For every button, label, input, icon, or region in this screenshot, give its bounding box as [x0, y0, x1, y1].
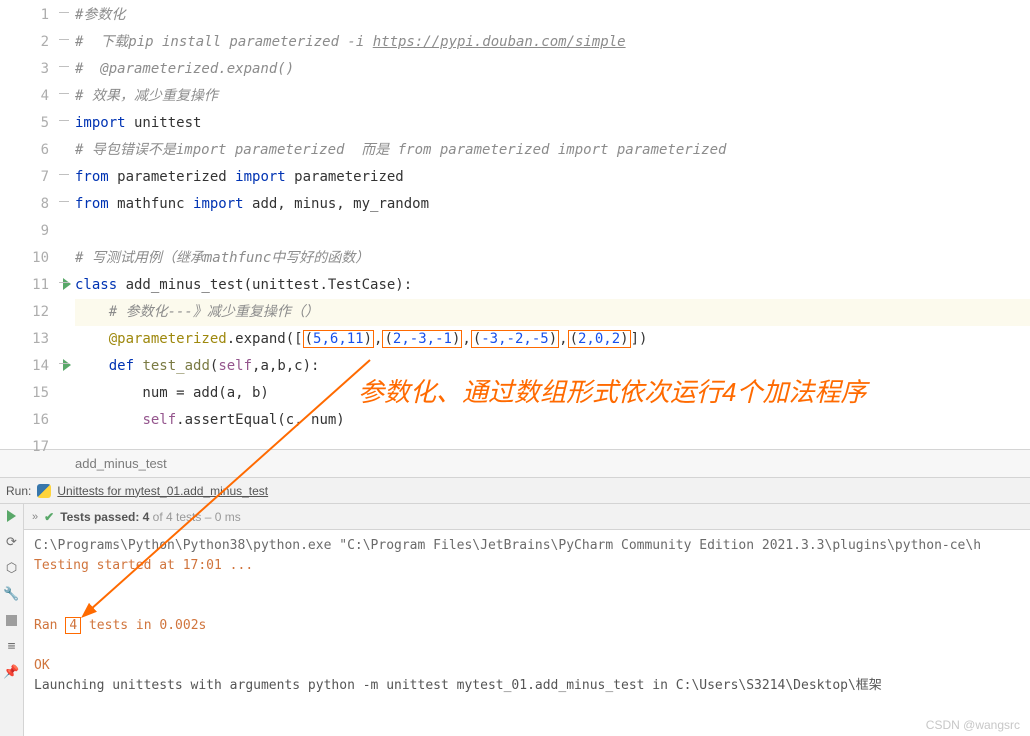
breadcrumb[interactable]: add_minus_test	[0, 450, 1030, 478]
code-text: @parameterized	[109, 331, 227, 347]
code-text: parameterized	[109, 169, 235, 185]
code-text: )	[452, 331, 460, 347]
code-text: #参数化	[75, 7, 125, 23]
fold-column	[55, 0, 75, 449]
line-number: 16	[32, 412, 49, 428]
console-line: Ran	[34, 618, 65, 633]
line-number: 14	[32, 358, 49, 374]
line-number: 2	[41, 34, 49, 50]
python-icon	[37, 484, 51, 498]
console-line: tests in 0.002s	[81, 618, 206, 633]
console-line: C:\Programs\Python\Python38\python.exe "…	[34, 536, 1020, 556]
code-text: .expand([	[227, 331, 303, 347]
code-text: add_minus_test	[126, 277, 244, 293]
check-icon: ✔	[44, 510, 54, 524]
line-number: 8	[41, 196, 49, 212]
line-number: 6	[41, 142, 49, 158]
code-text: (	[570, 331, 578, 347]
code-text: # 效果，减少重复操作	[75, 88, 218, 104]
code-text: (	[473, 331, 481, 347]
run-label: Run:	[6, 478, 31, 504]
code-text: import	[75, 115, 126, 131]
code-text: parameterized	[286, 169, 404, 185]
code-text: ])	[631, 331, 648, 347]
stop-icon[interactable]	[4, 612, 20, 628]
code-text: # 导包错误不是import parameterized 而是 from par…	[75, 142, 726, 158]
console-line: Testing started at 17:01 ...	[34, 556, 1020, 576]
annotation-text: 参数化、通过数组形式依次运行4个加法程序	[358, 372, 866, 409]
code-text: self	[218, 358, 252, 374]
line-number: 9	[41, 223, 49, 239]
line-number: 4	[41, 88, 49, 104]
line-number: 15	[32, 385, 49, 401]
chevron-icon[interactable]: »	[32, 511, 38, 523]
tests-passed-count: Tests passed: 4	[60, 510, 149, 524]
line-number: 12	[32, 304, 49, 320]
run-panel: ⟳ ⬡ 🔧 ≡ 📌 » ✔ Tests passed: 4 of 4 tests…	[0, 504, 1030, 736]
line-number: 1	[41, 7, 49, 23]
code-text: import	[193, 196, 244, 212]
code-text: self	[142, 412, 176, 428]
code-text: # 写测试用例（继承mathfunc中写好的函数）	[75, 250, 369, 266]
code-text: unittest	[126, 115, 202, 131]
toolwindow-sidebar: ⟳ ⬡ 🔧 ≡ 📌	[0, 504, 24, 736]
code-text: # 下载pip install parameterized -i	[75, 34, 373, 50]
line-number: 13	[32, 331, 49, 347]
code-text: )	[620, 331, 628, 347]
line-number: 17	[32, 439, 49, 455]
rerun-icon[interactable]	[4, 508, 20, 524]
code-text: num = add(a, b)	[75, 385, 269, 401]
code-text: test_add	[142, 358, 209, 374]
code-text: from	[75, 196, 109, 212]
run-config-name[interactable]: Unittests for mytest_01.add_minus_test	[57, 478, 268, 504]
code-text: (unittest.TestCase):	[244, 277, 413, 293]
console-line: OK	[34, 656, 1020, 676]
breadcrumb-item[interactable]: add_minus_test	[75, 456, 167, 471]
code-text: # 参数化---》减少重复操作（）	[109, 304, 319, 320]
code-text: mathfunc	[109, 196, 193, 212]
code-text: )	[364, 331, 372, 347]
layout-icon[interactable]: ≡	[4, 638, 20, 654]
code-text: .assertEqual(c, num)	[176, 412, 345, 428]
code-text: ,	[462, 331, 470, 347]
console-line: Launching unittests with arguments pytho…	[34, 676, 1020, 696]
run-header: Run: Unittests for mytest_01.add_minus_t…	[0, 478, 1030, 504]
code-text: # @parameterized.expand()	[75, 61, 294, 77]
code-text: ,a,b,c):	[252, 358, 319, 374]
watermark: CSDN @wangsrc	[926, 718, 1020, 732]
code-text: def	[109, 358, 143, 374]
code-text: -3,-2,-5	[481, 331, 548, 347]
code-text: 2,0,2	[578, 331, 620, 347]
code-text: ,	[559, 331, 567, 347]
test-status-bar: » ✔ Tests passed: 4 of 4 tests – 0 ms	[24, 504, 1030, 530]
code-text: 2,-3,-1	[393, 331, 452, 347]
code-text: (	[384, 331, 392, 347]
line-number: 7	[41, 169, 49, 185]
toggle-icon[interactable]: ⟳	[4, 534, 20, 550]
code-text: https://pypi.douban.com/simple	[373, 34, 626, 50]
line-number: 5	[41, 115, 49, 131]
code-text: 5,6,11	[313, 331, 364, 347]
test-count-highlight: 4	[65, 617, 81, 634]
code-text: add, minus, my_random	[244, 196, 429, 212]
console: » ✔ Tests passed: 4 of 4 tests – 0 ms C:…	[24, 504, 1030, 736]
line-number: 10	[32, 250, 49, 266]
settings-icon[interactable]: 🔧	[4, 586, 20, 602]
code-text: )	[549, 331, 557, 347]
code-text: class	[75, 277, 126, 293]
line-number: 3	[41, 61, 49, 77]
code-text: from	[75, 169, 109, 185]
line-gutter: 1 2 3 4 5 6 7 8 9 10 11 12 13 14 15 16 1…	[0, 0, 55, 449]
code-text: import	[235, 169, 286, 185]
debug-icon[interactable]: ⬡	[4, 560, 20, 576]
tests-total: of 4 tests – 0 ms	[149, 510, 240, 524]
line-number: 11	[32, 277, 49, 293]
code-text: (	[305, 331, 313, 347]
console-output[interactable]: C:\Programs\Python\Python38\python.exe "…	[24, 530, 1030, 702]
pin-icon[interactable]: 📌	[4, 664, 20, 680]
